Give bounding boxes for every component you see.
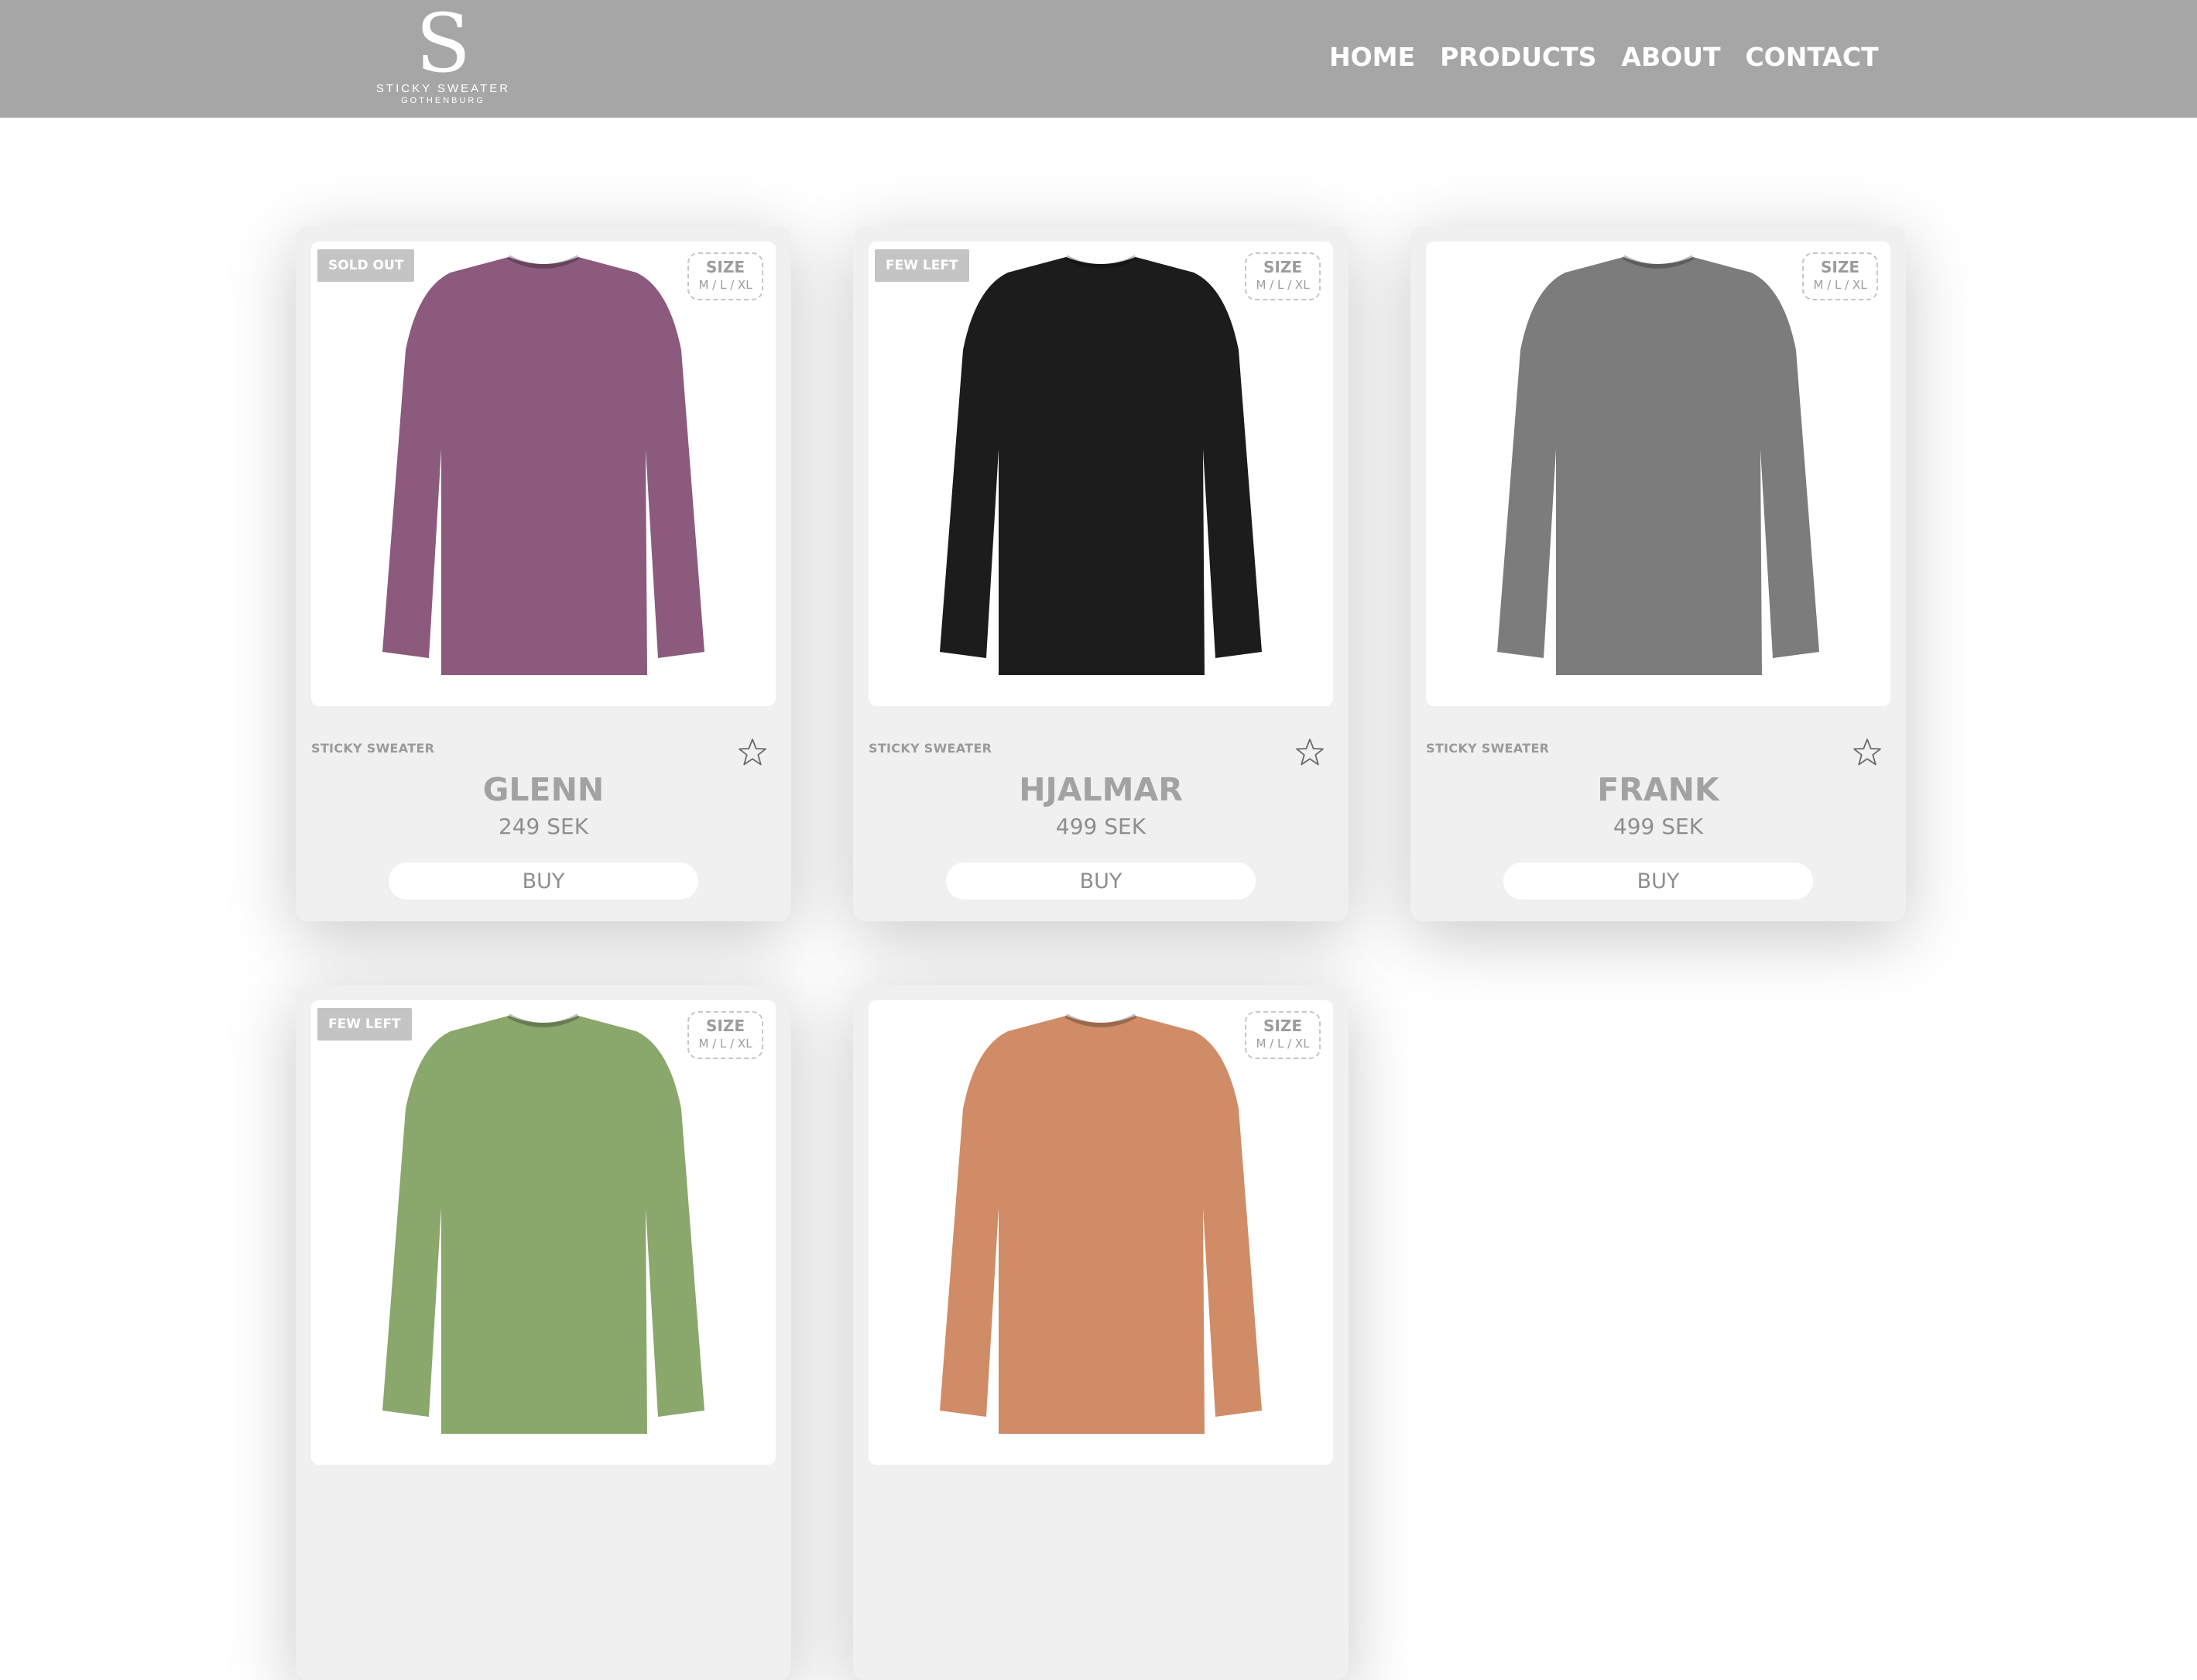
- favorite-star-icon[interactable]: [1852, 737, 1883, 768]
- product-name: GLENN: [482, 771, 605, 808]
- size-badge: SIZE M / L / XL: [687, 1011, 763, 1059]
- stock-badge: FEW LEFT: [875, 249, 969, 282]
- size-options: M / L / XL: [1256, 278, 1310, 292]
- product-image-frame[interactable]: SIZE M / L / XL: [1426, 242, 1890, 706]
- logo-letter: S: [415, 0, 471, 91]
- sweater-shape: [1497, 257, 1819, 675]
- size-options: M / L / XL: [1256, 1037, 1310, 1051]
- size-title: SIZE: [1820, 258, 1859, 276]
- product-card-frank[interactable]: SIZE M / L / XL STICKY SWEATER FRANK 499…: [1410, 226, 1906, 921]
- product-price: 249 SEK: [498, 814, 589, 839]
- size-badge: SIZE M / L / XL: [687, 252, 763, 300]
- size-options: M / L / XL: [698, 1037, 752, 1051]
- size-badge: SIZE M / L / XL: [1245, 252, 1321, 300]
- main-nav: HOME PRODUCTS ABOUT CONTACT: [1329, 39, 1879, 76]
- product-card-green[interactable]: FEW LEFT SIZE M / L / XL: [296, 985, 791, 1680]
- sweater-shape: [940, 1016, 1262, 1434]
- size-title: SIZE: [1263, 258, 1302, 276]
- brand-label: STICKY SWEATER: [1426, 741, 1550, 756]
- sweater-image: [940, 1013, 1262, 1434]
- product-image-frame[interactable]: FEW LEFT SIZE M / L / XL: [311, 1000, 776, 1465]
- sweater-image: [382, 255, 704, 675]
- stock-badge: FEW LEFT: [317, 1008, 412, 1041]
- logo-city: GOTHENBURG: [401, 96, 485, 105]
- sweater-shape: [382, 257, 704, 675]
- site-logo[interactable]: S STICKY SWEATER GOTHENBURG: [372, 0, 515, 107]
- sweater-shape: [382, 1016, 704, 1434]
- product-price: 499 SEK: [1055, 814, 1146, 839]
- size-badge: SIZE M / L / XL: [1802, 252, 1878, 300]
- size-title: SIZE: [1263, 1017, 1302, 1035]
- site-header: S STICKY SWEATER GOTHENBURG HOME PRODUCT…: [0, 0, 2197, 118]
- size-options: M / L / XL: [1813, 278, 1867, 292]
- nav-products[interactable]: PRODUCTS: [1440, 39, 1596, 76]
- size-title: SIZE: [705, 258, 745, 276]
- brand-label: STICKY SWEATER: [869, 741, 992, 756]
- sweater-shape: [940, 257, 1262, 675]
- size-title: SIZE: [705, 1017, 745, 1035]
- product-card-orange[interactable]: SIZE M / L / XL: [853, 985, 1349, 1680]
- product-image-frame[interactable]: SIZE M / L / XL: [869, 1000, 1333, 1465]
- logo-brand-name: STICKY SWEATER: [375, 82, 511, 95]
- brand-label: STICKY SWEATER: [311, 741, 435, 756]
- product-image-frame[interactable]: SOLD OUT SIZE M / L / XL: [311, 242, 776, 706]
- sweater-image: [1497, 255, 1819, 675]
- buy-button[interactable]: BUY: [1503, 862, 1813, 900]
- sweater-image: [382, 1013, 704, 1434]
- product-card-hjalmar[interactable]: FEW LEFT SIZE M / L / XL STICKY SWEATER …: [853, 226, 1349, 921]
- product-card-glenn[interactable]: SOLD OUT SIZE M / L / XL STICKY SWEATER …: [296, 226, 791, 921]
- nav-about[interactable]: ABOUT: [1621, 39, 1720, 76]
- sweater-image: [940, 255, 1262, 675]
- favorite-star-icon[interactable]: [737, 737, 768, 768]
- favorite-star-icon[interactable]: [1294, 737, 1325, 768]
- buy-button[interactable]: BUY: [389, 862, 698, 900]
- size-badge: SIZE M / L / XL: [1245, 1011, 1321, 1059]
- size-options: M / L / XL: [698, 278, 752, 292]
- product-price: 499 SEK: [1613, 814, 1704, 839]
- nav-home[interactable]: HOME: [1329, 39, 1415, 76]
- product-name: HJALMAR: [1019, 771, 1183, 808]
- nav-contact[interactable]: CONTACT: [1745, 39, 1878, 76]
- product-name: FRANK: [1597, 771, 1719, 808]
- stock-badge: SOLD OUT: [317, 249, 415, 282]
- buy-button[interactable]: BUY: [946, 862, 1256, 900]
- product-image-frame[interactable]: FEW LEFT SIZE M / L / XL: [869, 242, 1333, 706]
